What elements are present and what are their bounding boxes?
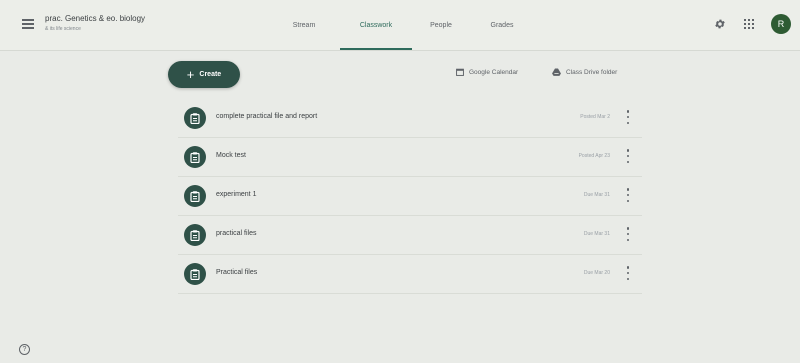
list-item-title: complete practical file and report [216, 113, 318, 120]
list-item-date: Due Mar 31 [583, 192, 610, 198]
list-item-date: Posted Apr 23 [578, 153, 610, 159]
tab-grades[interactable]: Grades [470, 0, 534, 50]
assignment-icon [184, 263, 206, 285]
class-section: & its life science [45, 26, 81, 32]
more-options-icon[interactable] [624, 149, 632, 163]
list-item[interactable]: practical files Due Mar 31 [178, 216, 642, 255]
class-tabs: Stream Classwork People Grades [268, 0, 534, 50]
assignment-icon [184, 107, 206, 129]
classwork-list: complete practical file and report Poste… [178, 99, 642, 294]
list-item[interactable]: Mock test Posted Apr 23 [178, 138, 642, 177]
create-button[interactable]: + Create [168, 61, 240, 88]
list-item[interactable]: complete practical file and report Poste… [178, 99, 642, 138]
calendar-icon [456, 68, 464, 76]
more-options-icon[interactable] [624, 266, 632, 280]
list-item[interactable]: experiment 1 Due Mar 31 [178, 177, 642, 216]
assignment-icon [184, 224, 206, 246]
drive-icon [552, 68, 561, 76]
list-item-title: experiment 1 [216, 191, 257, 198]
google-calendar-label: Google Calendar [469, 68, 519, 76]
tab-stream[interactable]: Stream [268, 0, 340, 50]
plus-icon: + [186, 66, 195, 82]
top-app-bar: prac. Genetics & eo. biology & its life … [0, 0, 800, 51]
assignment-icon [184, 185, 206, 207]
tab-classwork[interactable]: Classwork [340, 0, 412, 50]
more-options-icon[interactable] [624, 227, 632, 241]
more-options-icon[interactable] [624, 188, 632, 202]
list-item-date: Posted Mar 2 [580, 114, 610, 120]
class-drive-folder-label: Class Drive folder [566, 68, 618, 76]
tab-people[interactable]: People [412, 0, 470, 50]
list-item-title: practical files [216, 230, 257, 237]
gear-icon[interactable] [714, 18, 726, 30]
class-name[interactable]: prac. Genetics & eo. biology [45, 14, 145, 23]
google-calendar-link[interactable]: Google Calendar [456, 68, 518, 76]
apps-grid-icon[interactable] [744, 19, 754, 29]
list-item[interactable]: Practical files Due Mar 20 [178, 255, 642, 294]
class-drive-folder-link[interactable]: Class Drive folder [552, 68, 617, 76]
assignment-icon [184, 146, 206, 168]
list-item-title: Practical files [216, 269, 258, 276]
list-item-date: Due Mar 20 [583, 270, 610, 276]
more-options-icon[interactable] [624, 110, 632, 124]
list-item-date: Due Mar 31 [583, 231, 610, 237]
create-button-label: Create [199, 71, 222, 78]
avatar[interactable]: R [771, 14, 791, 34]
list-item-title: Mock test [216, 152, 246, 159]
help-icon[interactable]: ? [19, 344, 30, 355]
main-menu-icon[interactable] [22, 19, 34, 29]
class-title-block: prac. Genetics & eo. biology & its life … [45, 14, 145, 32]
